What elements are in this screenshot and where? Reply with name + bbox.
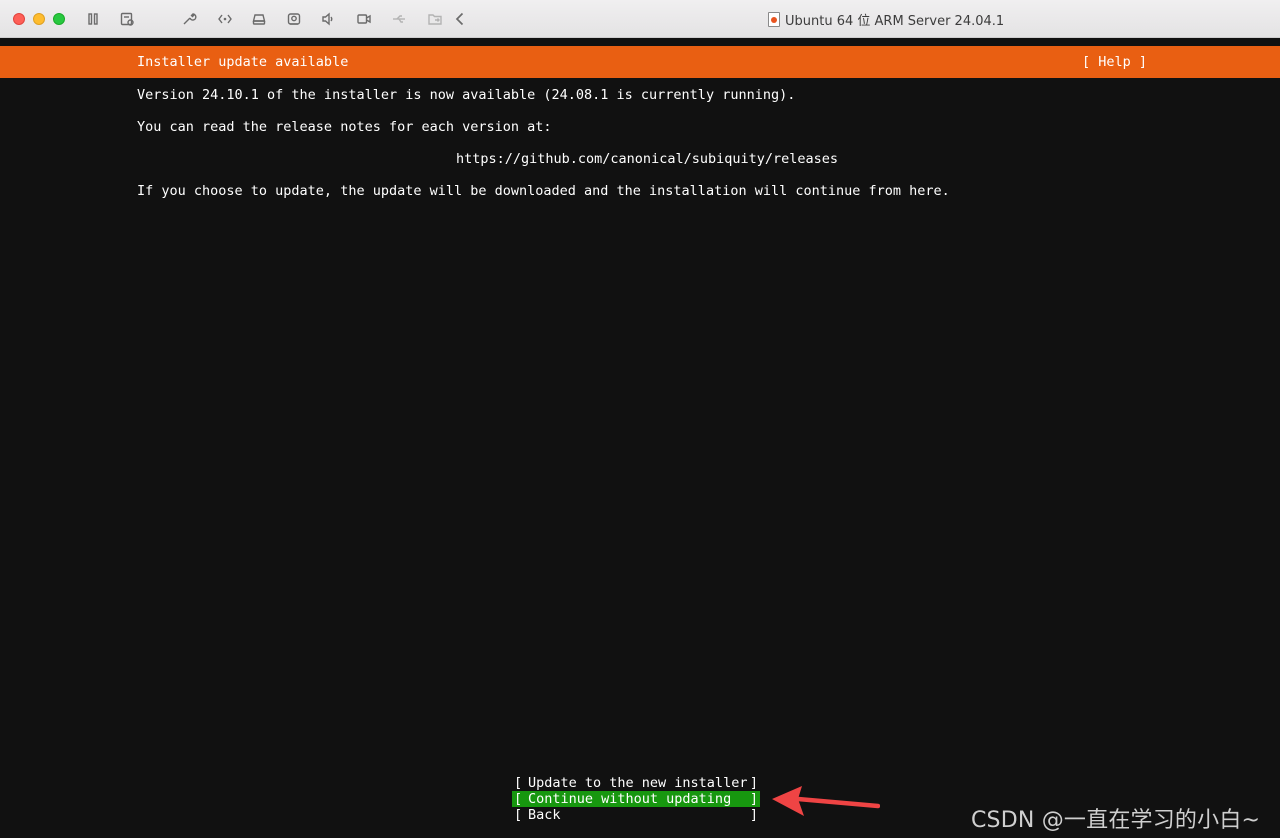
video-icon[interactable]: [354, 9, 374, 29]
version-text: Version 24.10.1 of the installer is now …: [137, 87, 796, 103]
snapshot-icon[interactable]: [117, 9, 137, 29]
continue-without-updating-button[interactable]: [ Continue without updating ]: [512, 791, 760, 807]
help-button[interactable]: [ Help ]: [1082, 54, 1147, 70]
button-label: Update to the new installer: [528, 775, 748, 791]
screen-top-border: [0, 38, 1280, 46]
bracket-right: ]: [749, 775, 758, 791]
button-label: Continue without updating: [528, 791, 732, 807]
vm-document-icon: [768, 11, 780, 27]
bracket-left: [: [514, 791, 523, 807]
installer-header-title: Installer update available: [137, 54, 349, 70]
close-window-button[interactable]: [13, 13, 25, 25]
update-note-text: If you choose to update, the update will…: [137, 183, 950, 199]
annotation-arrow-icon: [772, 786, 880, 816]
update-installer-button[interactable]: [ Update to the new installer ]: [512, 775, 760, 791]
window-title-text: Ubuntu 64 位 ARM Server 24.04.1: [785, 13, 1005, 29]
camera-icon[interactable]: [284, 9, 304, 29]
disk-icon[interactable]: [249, 9, 269, 29]
shared-folder-icon[interactable]: [425, 9, 445, 29]
button-label: Back: [528, 807, 561, 823]
window-titlebar: Ubuntu 64 位 ARM Server 24.04.1: [0, 0, 1280, 38]
sound-icon[interactable]: [318, 9, 338, 29]
minimize-window-button[interactable]: [33, 13, 45, 25]
release-notes-text: You can read the release notes for each …: [137, 119, 552, 135]
usb-icon[interactable]: [389, 9, 409, 29]
release-notes-url: https://github.com/canonical/subiquity/r…: [456, 151, 839, 167]
installer-header-bar: Installer update available [ Help ]: [0, 46, 1280, 78]
bracket-right: ]: [749, 807, 758, 823]
network-icon[interactable]: [215, 9, 235, 29]
wrench-icon[interactable]: [179, 9, 199, 29]
bracket-left: [: [514, 775, 523, 791]
zoom-window-button[interactable]: [53, 13, 65, 25]
installer-screen[interactable]: Installer update available [ Help ] Vers…: [0, 38, 1280, 838]
chevron-left-icon[interactable]: [450, 9, 470, 29]
csdn-watermark: CSDN @一直在学习的小白~: [971, 808, 1261, 833]
bracket-right: ]: [749, 791, 758, 807]
back-button[interactable]: [ Back ]: [512, 807, 760, 823]
pause-icon[interactable]: [83, 9, 103, 29]
window-title: Ubuntu 64 位 ARM Server 24.04.1: [768, 10, 1005, 29]
bracket-left: [: [514, 807, 523, 823]
